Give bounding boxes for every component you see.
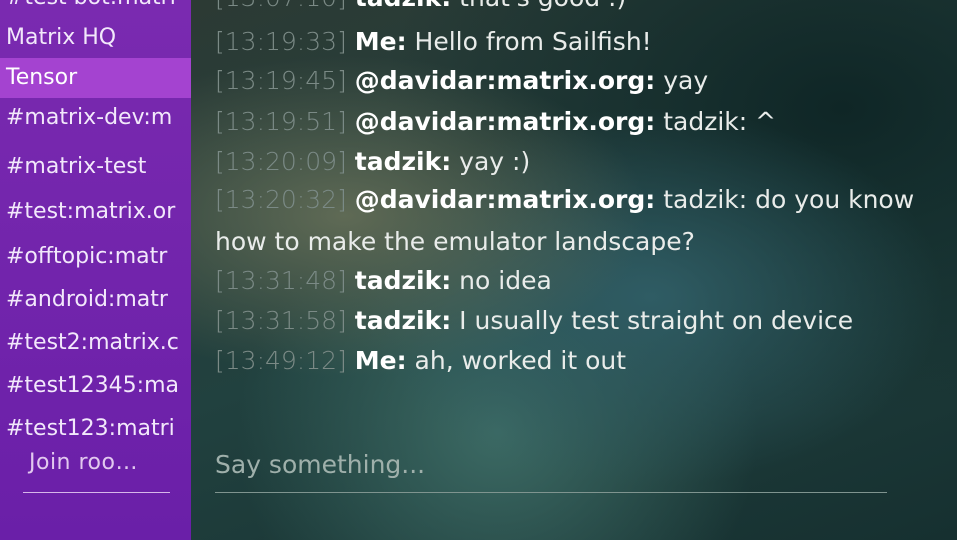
chat-message: [13:07:10] tadzik: that's good :) (215, 0, 626, 18)
room-item[interactable]: #android:matr (0, 280, 191, 320)
message-sender: @davidar:matrix.org: (354, 107, 656, 136)
chat-message: [13:31:58] tadzik: I usually test straig… (215, 301, 853, 341)
chat-pane: [13:07:10] tadzik: that's good :) [13:19… (191, 0, 957, 540)
message-timestamp: [13:20:09] (215, 147, 347, 176)
room-item-active[interactable]: Tensor (0, 58, 191, 98)
chat-message: [13:20:09] tadzik: yay :) (215, 142, 530, 182)
chat-message: [13:19:51] @davidar:matrix.org: tadzik: … (215, 102, 776, 142)
message-text: Hello from Sailfish! (406, 27, 652, 56)
join-room-input[interactable]: Join roo… (29, 450, 138, 475)
room-item[interactable]: #matrix-dev:m (0, 98, 191, 138)
room-item[interactable]: #test bot:matri (0, 0, 191, 18)
message-input[interactable]: Say something... (215, 450, 425, 479)
message-text: tadzik: ^ (655, 107, 777, 136)
chat-message: [13:19:45] @davidar:matrix.org: yay (215, 61, 708, 101)
room-item[interactable]: #test123:matri (0, 409, 191, 449)
message-timestamp: [13:31:48] (215, 266, 347, 295)
message-timestamp: [13:07:10] (215, 0, 347, 12)
message-timestamp: [13:20:32] (215, 185, 347, 214)
room-item[interactable]: Matrix HQ (0, 18, 191, 58)
message-sender: tadzik: (354, 266, 452, 295)
chat-message: [13:49:12] Me: ah, worked it out (215, 341, 626, 381)
message-sender: @davidar:matrix.org: (354, 66, 656, 95)
message-sender: tadzik: (355, 0, 451, 12)
message-text: no idea (451, 266, 552, 295)
message-sender: @davidar:matrix.org: (354, 185, 656, 214)
room-item[interactable]: #offtopic:matr (0, 237, 191, 277)
message-sender: tadzik: (354, 147, 452, 176)
room-item[interactable]: #matrix-test (0, 147, 191, 187)
message-text: tadzik: do you know (655, 185, 915, 214)
message-sender: tadzik: (354, 306, 452, 335)
room-item[interactable]: #test:matrix.or (0, 192, 191, 232)
chat-message: [13:19:33] Me: Hello from Sailfish! (215, 22, 652, 62)
room-item[interactable]: #test2:matrix.c (0, 323, 191, 363)
message-text: yay :) (451, 147, 531, 176)
message-sender: Me: (354, 346, 407, 375)
message-text: I usually test straight on device (451, 306, 854, 335)
room-sidebar: #test bot:matri Matrix HQ Tensor #matrix… (0, 0, 191, 540)
message-timestamp: [13:19:45] (215, 66, 347, 95)
message-text: ah, worked it out (406, 346, 627, 375)
message-continuation: how to make the emulator landscape? (215, 227, 695, 256)
message-timestamp: [13:19:33] (215, 27, 347, 56)
message-text: that's good :) (451, 0, 626, 12)
join-room-underline (23, 492, 170, 493)
message-timestamp: [13:31:58] (215, 306, 347, 335)
message-timestamp: [13:19:51] (215, 107, 347, 136)
message-sender: Me: (354, 27, 407, 56)
message-input-underline (215, 492, 887, 493)
message-text: yay (655, 66, 709, 95)
room-item[interactable]: #test12345:ma (0, 366, 191, 406)
chat-message: [13:31:48] tadzik: no idea (215, 261, 552, 301)
message-timestamp: [13:49:12] (215, 346, 347, 375)
chat-message: [13:20:32] @davidar:matrix.org: tadzik: … (215, 180, 914, 220)
